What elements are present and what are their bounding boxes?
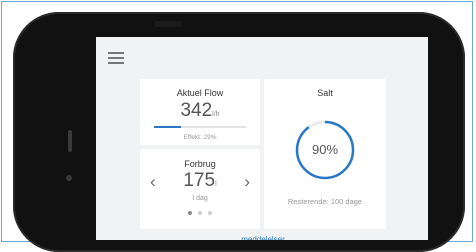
- page-dot-active[interactable]: [188, 211, 192, 215]
- flow-value: 342: [180, 100, 213, 121]
- flow-unit: l/h: [212, 111, 220, 118]
- power-button: [155, 21, 181, 27]
- chevron-right-icon[interactable]: ›: [244, 172, 250, 192]
- phone-body: Aktuel Flow 342l/h Effekt: 29% Forbrug ‹…: [13, 12, 465, 252]
- effect-label: Effekt: 29%: [183, 134, 217, 141]
- notifications-link[interactable]: meddelelser: [140, 235, 386, 240]
- salt-card[interactable]: Salt 90% Resterende: 100 dage: [264, 79, 386, 229]
- consumption-value-display: 175l: [140, 170, 260, 192]
- salt-title: Salt: [317, 88, 333, 98]
- salt-percent: 90%: [311, 142, 339, 157]
- speaker-slot: [68, 130, 72, 152]
- page-indicator: [140, 211, 260, 215]
- hamburger-menu-icon[interactable]: [108, 52, 124, 65]
- salt-remaining: Resterende: 100 dage: [287, 197, 363, 206]
- consumption-unit: l: [215, 181, 217, 188]
- consumption-value: 175: [183, 170, 216, 191]
- app-screen: Aktuel Flow 342l/h Effekt: 29% Forbrug ‹…: [96, 37, 428, 240]
- effect-progress-bar: [154, 126, 246, 128]
- flow-title: Aktuel Flow: [176, 88, 224, 98]
- consumption-period: I dag: [192, 195, 208, 202]
- flow-card[interactable]: Aktuel Flow 342l/h Effekt: 29%: [140, 79, 260, 145]
- page-dot[interactable]: [198, 211, 202, 215]
- flow-value-display: 342l/h: [140, 100, 260, 122]
- consumption-title: Forbrug: [184, 159, 216, 169]
- effect-progress-fill: [154, 126, 181, 128]
- consumption-card[interactable]: Forbrug ‹ 175l › I dag: [140, 149, 260, 229]
- page-dot[interactable]: [208, 211, 212, 215]
- camera-dot: [66, 175, 72, 181]
